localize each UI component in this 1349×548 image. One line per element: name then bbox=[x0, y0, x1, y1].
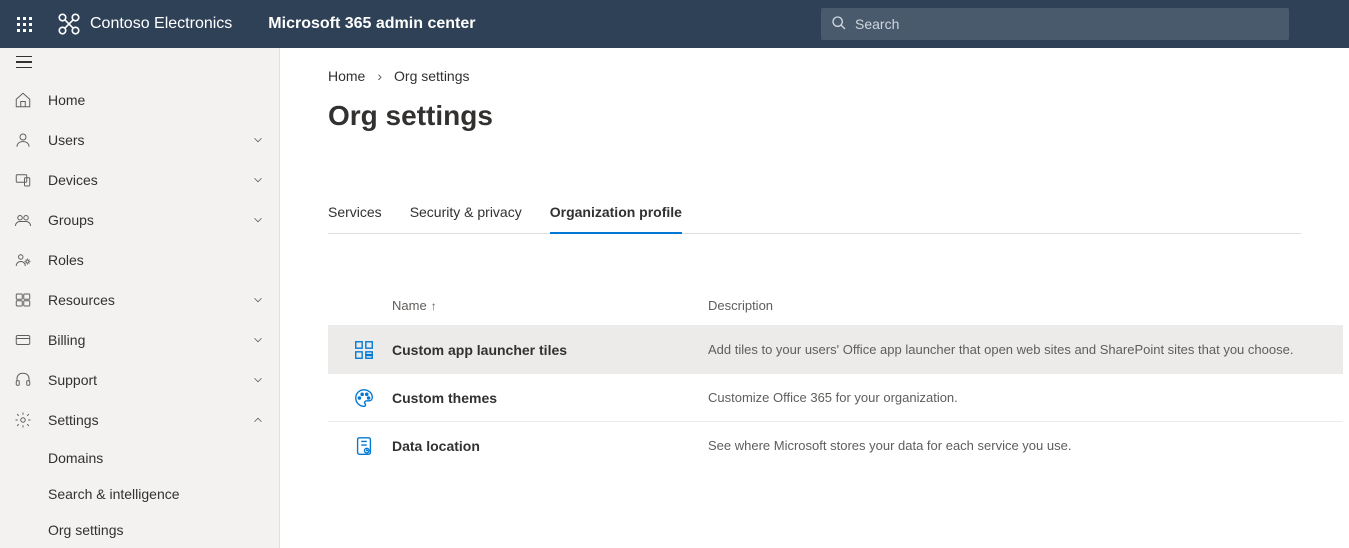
row-description: See where Microsoft stores your data for… bbox=[708, 438, 1343, 453]
sidebar-item-label: Groups bbox=[48, 212, 235, 228]
sidebar-item-label: Home bbox=[48, 92, 265, 108]
chevron-down-icon bbox=[251, 293, 265, 307]
sidebar-item-label: Billing bbox=[48, 332, 235, 348]
sidebar-item-label: Resources bbox=[48, 292, 235, 308]
sidebar-item-label: Support bbox=[48, 372, 235, 388]
chevron-down-icon bbox=[251, 213, 265, 227]
sub-item-label: Domains bbox=[48, 450, 103, 466]
org-logo-icon bbox=[56, 11, 82, 37]
sidebar-item-label: Devices bbox=[48, 172, 235, 188]
sort-ascending-icon: ↑ bbox=[431, 299, 437, 313]
search-box[interactable] bbox=[821, 8, 1289, 40]
table-header-row: Name ↑ Description bbox=[328, 290, 1343, 325]
sidebar-item-resources[interactable]: Resources bbox=[0, 280, 279, 320]
row-name: Custom app launcher tiles bbox=[392, 342, 708, 358]
breadcrumb: Home › Org settings bbox=[328, 68, 1349, 84]
sidebar-item-roles[interactable]: Roles bbox=[0, 240, 279, 280]
tab-organization-profile[interactable]: Organization profile bbox=[550, 196, 682, 234]
waffle-icon bbox=[17, 17, 32, 32]
table-row[interactable]: Custom themes Customize Office 365 for y… bbox=[328, 373, 1343, 421]
settings-table: Name ↑ Description Custom app launcher t… bbox=[328, 290, 1343, 469]
sidebar-item-users[interactable]: Users bbox=[0, 120, 279, 160]
sub-item-domains[interactable]: Domains bbox=[48, 440, 279, 476]
table-row[interactable]: Data location See where Microsoft stores… bbox=[328, 421, 1343, 469]
app-launcher-button[interactable] bbox=[0, 0, 48, 48]
sidebar-item-billing[interactable]: Billing bbox=[0, 320, 279, 360]
sidebar-item-groups[interactable]: Groups bbox=[0, 200, 279, 240]
row-name: Custom themes bbox=[392, 390, 708, 406]
sub-item-search-intelligence[interactable]: Search & intelligence bbox=[48, 476, 279, 512]
sidebar-item-support[interactable]: Support bbox=[0, 360, 279, 400]
sub-item-org-settings[interactable]: Org settings bbox=[48, 512, 279, 548]
sidebar-item-home[interactable]: Home bbox=[0, 80, 279, 120]
chevron-down-icon bbox=[251, 373, 265, 387]
column-header-label: Name bbox=[392, 298, 427, 313]
sidebar-item-label: Settings bbox=[48, 412, 235, 428]
search-icon bbox=[831, 15, 847, 34]
row-description: Add tiles to your users' Office app laun… bbox=[708, 342, 1343, 357]
org-logo-block[interactable]: Contoso Electronics bbox=[48, 11, 240, 37]
app-name: Microsoft 365 admin center bbox=[240, 15, 475, 33]
support-icon bbox=[14, 371, 32, 389]
sidebar: Home Users Devices Groups Roles bbox=[0, 48, 280, 548]
breadcrumb-current: Org settings bbox=[394, 68, 469, 84]
hamburger-icon bbox=[16, 56, 32, 69]
column-name-header[interactable]: Name ↑ bbox=[392, 298, 708, 313]
chevron-right-icon: › bbox=[377, 68, 382, 84]
settings-submenu: Domains Search & intelligence Org settin… bbox=[0, 440, 279, 548]
sub-item-label: Org settings bbox=[48, 522, 123, 538]
sidebar-item-label: Users bbox=[48, 132, 235, 148]
column-description-header[interactable]: Description bbox=[708, 298, 1343, 313]
tab-services[interactable]: Services bbox=[328, 196, 382, 234]
data-location-icon bbox=[336, 435, 392, 457]
chevron-down-icon bbox=[251, 333, 265, 347]
home-icon bbox=[14, 91, 32, 109]
chevron-up-icon bbox=[251, 413, 265, 427]
sidebar-item-settings[interactable]: Settings bbox=[0, 400, 279, 440]
tab-security-privacy[interactable]: Security & privacy bbox=[410, 196, 522, 234]
billing-icon bbox=[14, 331, 32, 349]
breadcrumb-home[interactable]: Home bbox=[328, 68, 365, 84]
top-header: Contoso Electronics Microsoft 365 admin … bbox=[0, 0, 1349, 48]
tiles-icon bbox=[336, 339, 392, 361]
page-title: Org settings bbox=[328, 100, 1349, 132]
org-name: Contoso Electronics bbox=[90, 15, 232, 33]
devices-icon bbox=[14, 171, 32, 189]
nav-toggle-button[interactable] bbox=[0, 48, 279, 76]
tab-row: Services Security & privacy Organization… bbox=[328, 196, 1301, 234]
sidebar-item-label: Roles bbox=[48, 252, 265, 268]
row-name: Data location bbox=[392, 438, 708, 454]
chevron-down-icon bbox=[251, 133, 265, 147]
main-content: Home › Org settings Org settings Service… bbox=[280, 48, 1349, 548]
user-icon bbox=[14, 131, 32, 149]
gear-icon bbox=[14, 411, 32, 429]
table-row[interactable]: Custom app launcher tiles Add tiles to y… bbox=[328, 325, 1343, 373]
sub-item-label: Search & intelligence bbox=[48, 486, 180, 502]
search-input[interactable] bbox=[855, 16, 1279, 32]
theme-icon bbox=[336, 387, 392, 409]
roles-icon bbox=[14, 251, 32, 269]
sidebar-item-devices[interactable]: Devices bbox=[0, 160, 279, 200]
row-description: Customize Office 365 for your organizati… bbox=[708, 390, 1343, 405]
resources-icon bbox=[14, 291, 32, 309]
chevron-down-icon bbox=[251, 173, 265, 187]
groups-icon bbox=[14, 211, 32, 229]
